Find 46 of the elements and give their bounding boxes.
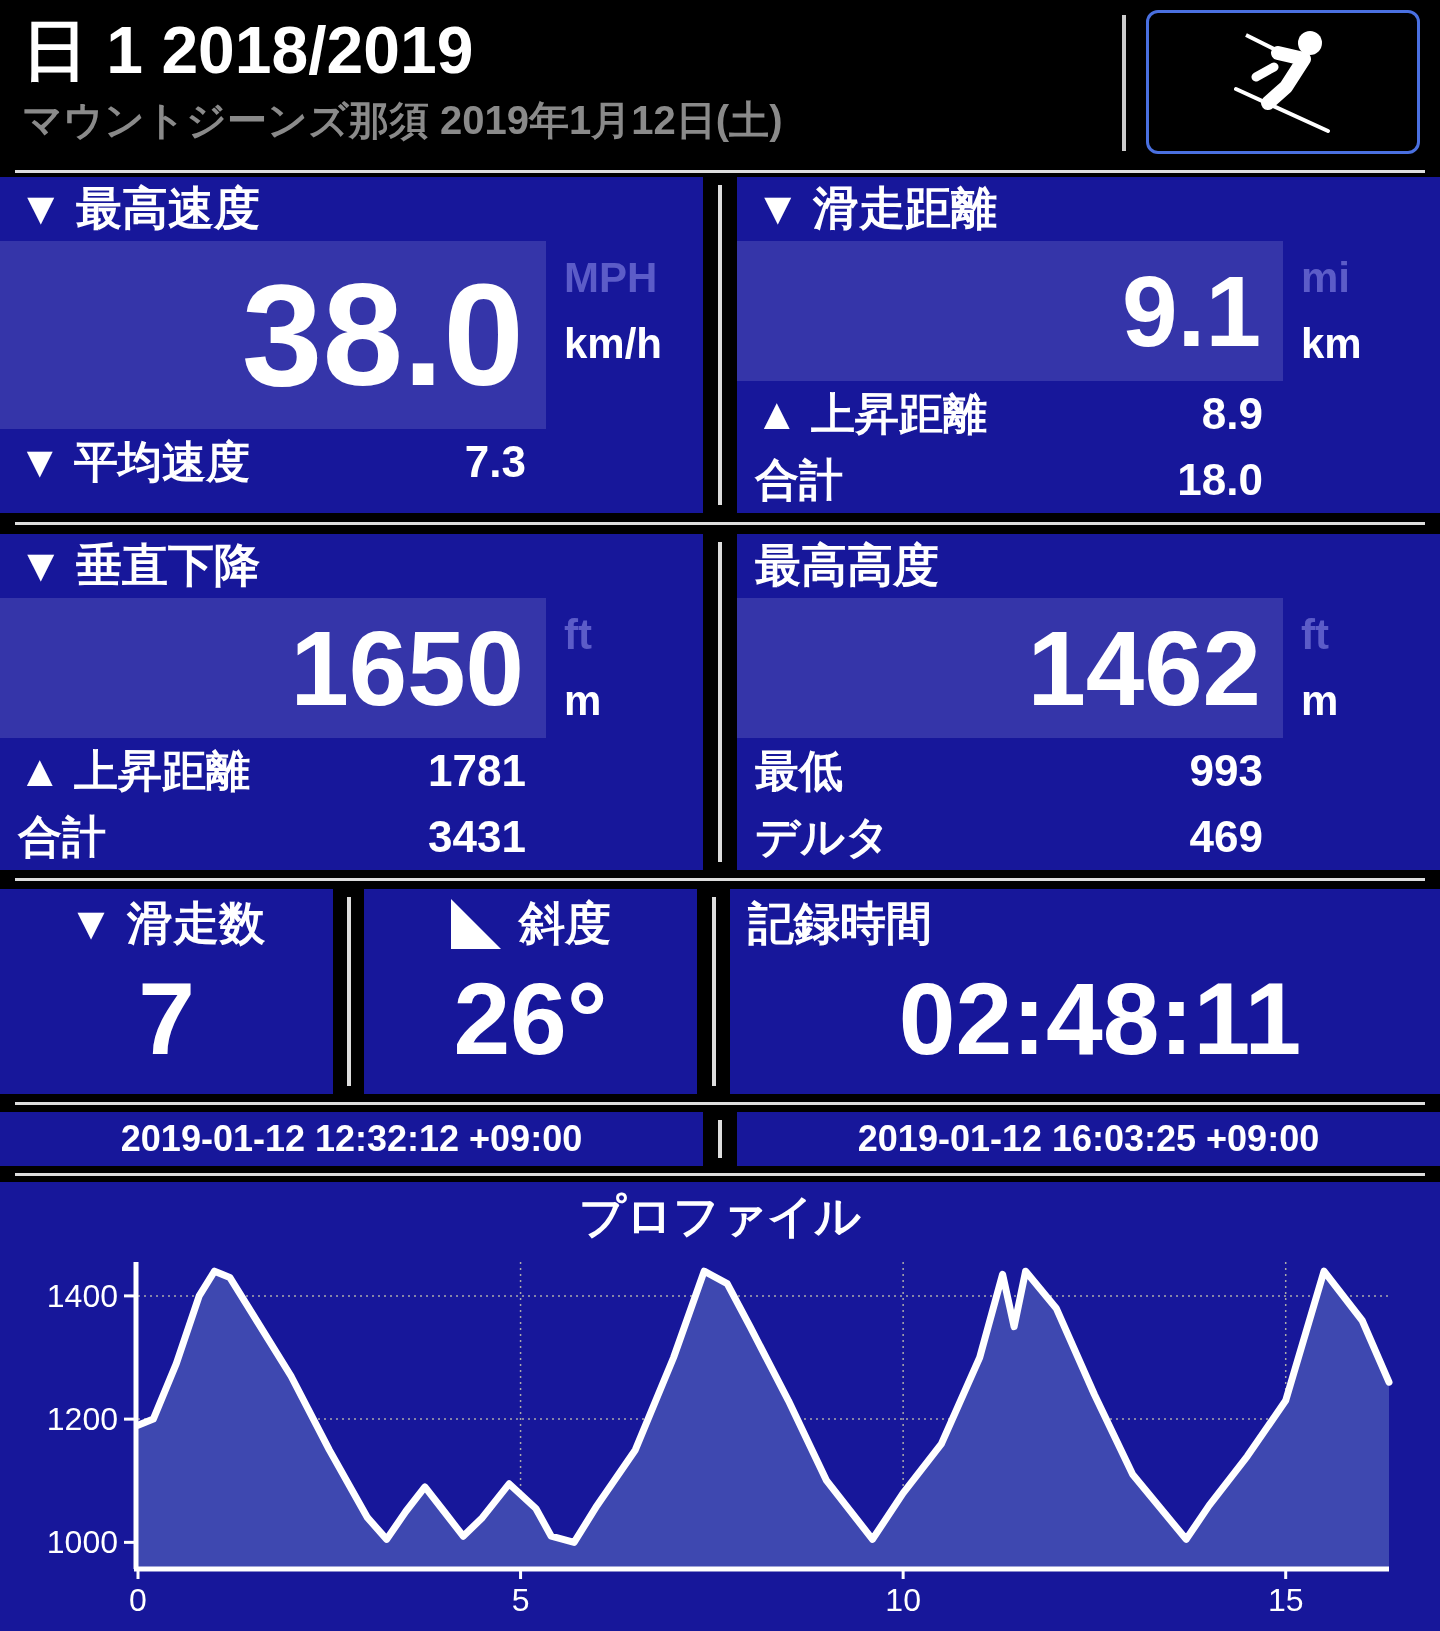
stat-value: 1650	[0, 598, 546, 738]
tick-label: 1400	[46, 1277, 118, 1314]
tick-label: 1000	[46, 1524, 118, 1561]
counter-value: 26°	[453, 967, 608, 1070]
unit-option[interactable]: m	[1301, 674, 1339, 728]
tick-label: 10	[885, 1582, 921, 1618]
row-label: 合計	[755, 453, 843, 506]
row-value: 18.0	[1177, 455, 1263, 505]
row-label: 合計	[18, 810, 106, 863]
tick-label: 1200	[46, 1401, 118, 1438]
tick-label: 0	[129, 1582, 147, 1618]
counter-label: 斜度	[518, 896, 611, 951]
row-value: 1781	[428, 746, 526, 796]
stat-value: 1462	[737, 598, 1283, 738]
row-value: 8.9	[1201, 389, 1263, 439]
tick-label: 5	[511, 1582, 530, 1618]
stat-label: 最高高度	[754, 538, 940, 593]
row-label: 最低	[755, 744, 843, 797]
row-label: ▲ 上昇距離	[18, 744, 250, 797]
timestamp: 2019-01-12 12:32:12 +09:00	[120, 1118, 583, 1160]
title: 日 1 2018/2019	[22, 12, 475, 89]
row-value: 7.3	[464, 437, 526, 487]
stat-label: ▼ 垂直下降	[17, 538, 262, 593]
unit-option[interactable]: m	[564, 674, 602, 728]
activity-button[interactable]	[1146, 10, 1420, 154]
slope-icon	[450, 899, 501, 949]
counter-label: ▼ 滑走数	[68, 896, 265, 951]
unit-option[interactable]: km	[1301, 317, 1362, 371]
row-value: 469	[1189, 812, 1263, 862]
stat-value: 9.1	[737, 241, 1283, 381]
stat-label: ▼ 滑走距離	[754, 181, 999, 236]
counter-label: 記録時間	[748, 896, 932, 951]
subtitle: マウントジーンズ那須 2019年1月12日(土)	[22, 97, 784, 144]
timestamp: 2019-01-12 16:03:25 +09:00	[857, 1118, 1320, 1160]
row-value: 3431	[428, 812, 526, 862]
tick-label: 15	[1267, 1582, 1304, 1618]
unit-option[interactable]: km/h	[564, 317, 663, 371]
row-label: デルタ	[755, 810, 890, 863]
row-label: ▼ 平均速度	[18, 435, 250, 488]
stat-value: 38.0	[0, 241, 546, 429]
row-value: 993	[1189, 746, 1263, 796]
row-label: ▲ 上昇距離	[755, 387, 987, 440]
counter-value: 7	[138, 967, 195, 1070]
stat-label: ▼ 最高速度	[17, 181, 262, 236]
counter-value: 02:48:11	[898, 967, 1302, 1070]
chart-title: プロファイル	[579, 1189, 861, 1244]
